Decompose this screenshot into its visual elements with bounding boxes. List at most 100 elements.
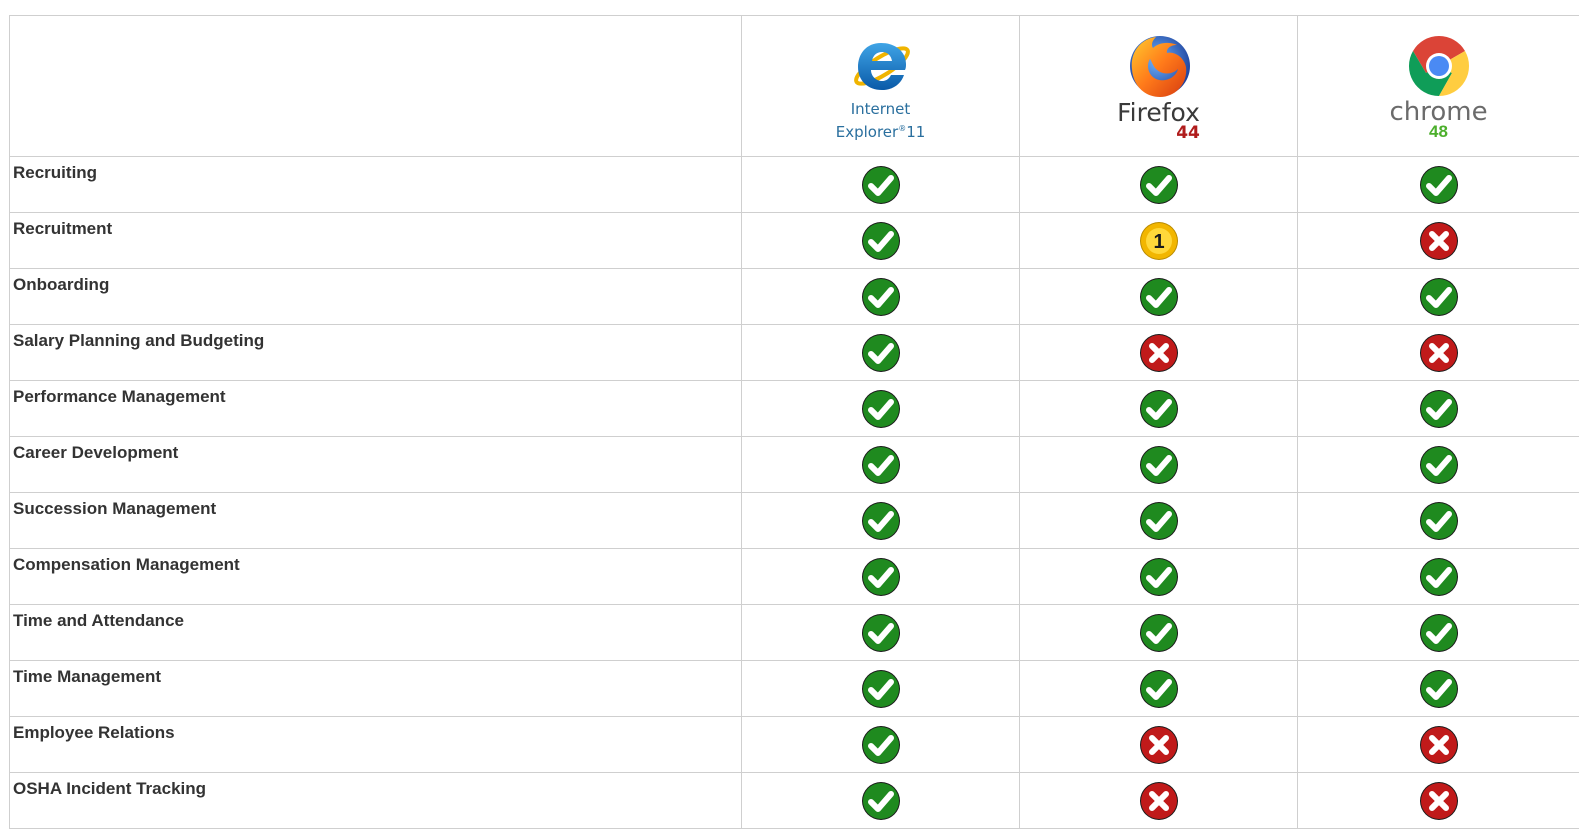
cross-icon — [1139, 725, 1179, 765]
chrome-version: 48 — [1298, 125, 1579, 139]
check-icon — [861, 725, 901, 765]
check-icon — [1419, 445, 1459, 485]
feature-name: Career Development — [10, 437, 742, 493]
cross-icon — [1419, 725, 1459, 765]
table-row: Onboarding — [10, 269, 1579, 325]
status-cell-firefox — [1020, 437, 1298, 493]
status-cell-ie — [742, 325, 1020, 381]
check-icon — [861, 221, 901, 261]
feature-name: Time and Attendance — [10, 605, 742, 661]
firefox-version: 44 — [1117, 126, 1200, 140]
table-row: Compensation Management — [10, 549, 1579, 605]
check-icon — [1139, 165, 1179, 205]
table-row: Performance Management — [10, 381, 1579, 437]
cross-icon — [1419, 781, 1459, 821]
table-row: Career Development — [10, 437, 1579, 493]
table-row: Recruitment 1 — [10, 213, 1579, 269]
cross-icon — [1139, 333, 1179, 373]
cross-icon — [1419, 333, 1459, 373]
status-cell-chrome — [1298, 437, 1579, 493]
table-row: Succession Management — [10, 493, 1579, 549]
table-row: OSHA Incident Tracking — [10, 773, 1579, 829]
check-icon — [1419, 165, 1459, 205]
status-cell-chrome — [1298, 773, 1579, 829]
check-icon — [1419, 389, 1459, 429]
check-icon — [1139, 389, 1179, 429]
status-cell-ie — [742, 157, 1020, 213]
check-icon — [861, 781, 901, 821]
status-cell-chrome — [1298, 269, 1579, 325]
feature-name: Recruiting — [10, 157, 742, 213]
internet-explorer-logo-icon — [846, 30, 916, 100]
status-cell-firefox — [1020, 605, 1298, 661]
status-cell-firefox — [1020, 493, 1298, 549]
check-icon — [861, 501, 901, 541]
status-cell-chrome — [1298, 493, 1579, 549]
status-cell-firefox — [1020, 269, 1298, 325]
check-icon — [861, 333, 901, 373]
status-cell-chrome — [1298, 381, 1579, 437]
feature-name: Recruitment — [10, 213, 742, 269]
empty-header-cell — [10, 16, 742, 157]
check-icon — [861, 277, 901, 317]
check-icon — [1139, 613, 1179, 653]
table-row: Time and Attendance — [10, 605, 1579, 661]
status-cell-chrome — [1298, 661, 1579, 717]
check-icon — [861, 165, 901, 205]
feature-name: Onboarding — [10, 269, 742, 325]
feature-name: Performance Management — [10, 381, 742, 437]
status-cell-ie — [742, 773, 1020, 829]
status-cell-ie — [742, 549, 1020, 605]
browser-header-firefox: Firefox 44 — [1020, 16, 1298, 157]
check-icon — [861, 445, 901, 485]
cross-icon — [1139, 781, 1179, 821]
status-cell-chrome — [1298, 213, 1579, 269]
note-label: 1 — [1153, 231, 1164, 253]
browser-header-ie: Internet Explorer®11 — [742, 16, 1020, 157]
check-icon — [1139, 445, 1179, 485]
status-cell-firefox — [1020, 325, 1298, 381]
check-icon — [861, 669, 901, 709]
check-icon — [1139, 669, 1179, 709]
feature-name: Compensation Management — [10, 549, 742, 605]
check-icon — [1419, 501, 1459, 541]
ie-name-explorer: Explorer — [836, 123, 898, 141]
ie-name-line2: Explorer®11 — [742, 119, 1019, 142]
status-cell-firefox — [1020, 381, 1298, 437]
status-cell-ie — [742, 717, 1020, 773]
status-cell-firefox — [1020, 157, 1298, 213]
chrome-logo-icon — [1406, 33, 1472, 99]
status-cell-firefox: 1 — [1020, 213, 1298, 269]
status-cell-firefox — [1020, 661, 1298, 717]
check-icon — [861, 557, 901, 597]
firefox-name: Firefox 44 — [1117, 101, 1200, 140]
check-icon — [1139, 501, 1179, 541]
status-cell-ie — [742, 661, 1020, 717]
status-cell-ie — [742, 213, 1020, 269]
feature-name: Succession Management — [10, 493, 742, 549]
check-icon — [1419, 277, 1459, 317]
status-cell-firefox — [1020, 717, 1298, 773]
status-cell-chrome — [1298, 717, 1579, 773]
status-cell-ie — [742, 605, 1020, 661]
ie-name-line1: Internet — [742, 100, 1019, 119]
check-icon — [1419, 669, 1459, 709]
ie-registered-mark: ® — [898, 124, 906, 133]
cross-icon — [1419, 221, 1459, 261]
table-row: Recruiting — [10, 157, 1579, 213]
browser-header-chrome: chrome 48 — [1298, 16, 1579, 157]
feature-name: Employee Relations — [10, 717, 742, 773]
table-row: Time Management — [10, 661, 1579, 717]
status-cell-chrome — [1298, 549, 1579, 605]
header-row: Internet Explorer®11 — [10, 16, 1579, 157]
status-cell-chrome — [1298, 157, 1579, 213]
status-cell-firefox — [1020, 549, 1298, 605]
status-cell-ie — [742, 493, 1020, 549]
table-row: Employee Relations — [10, 717, 1579, 773]
check-icon — [861, 613, 901, 653]
feature-name: OSHA Incident Tracking — [10, 773, 742, 829]
check-icon — [1139, 277, 1179, 317]
check-icon — [861, 389, 901, 429]
note-1-icon: 1 — [1139, 221, 1179, 261]
status-cell-chrome — [1298, 605, 1579, 661]
